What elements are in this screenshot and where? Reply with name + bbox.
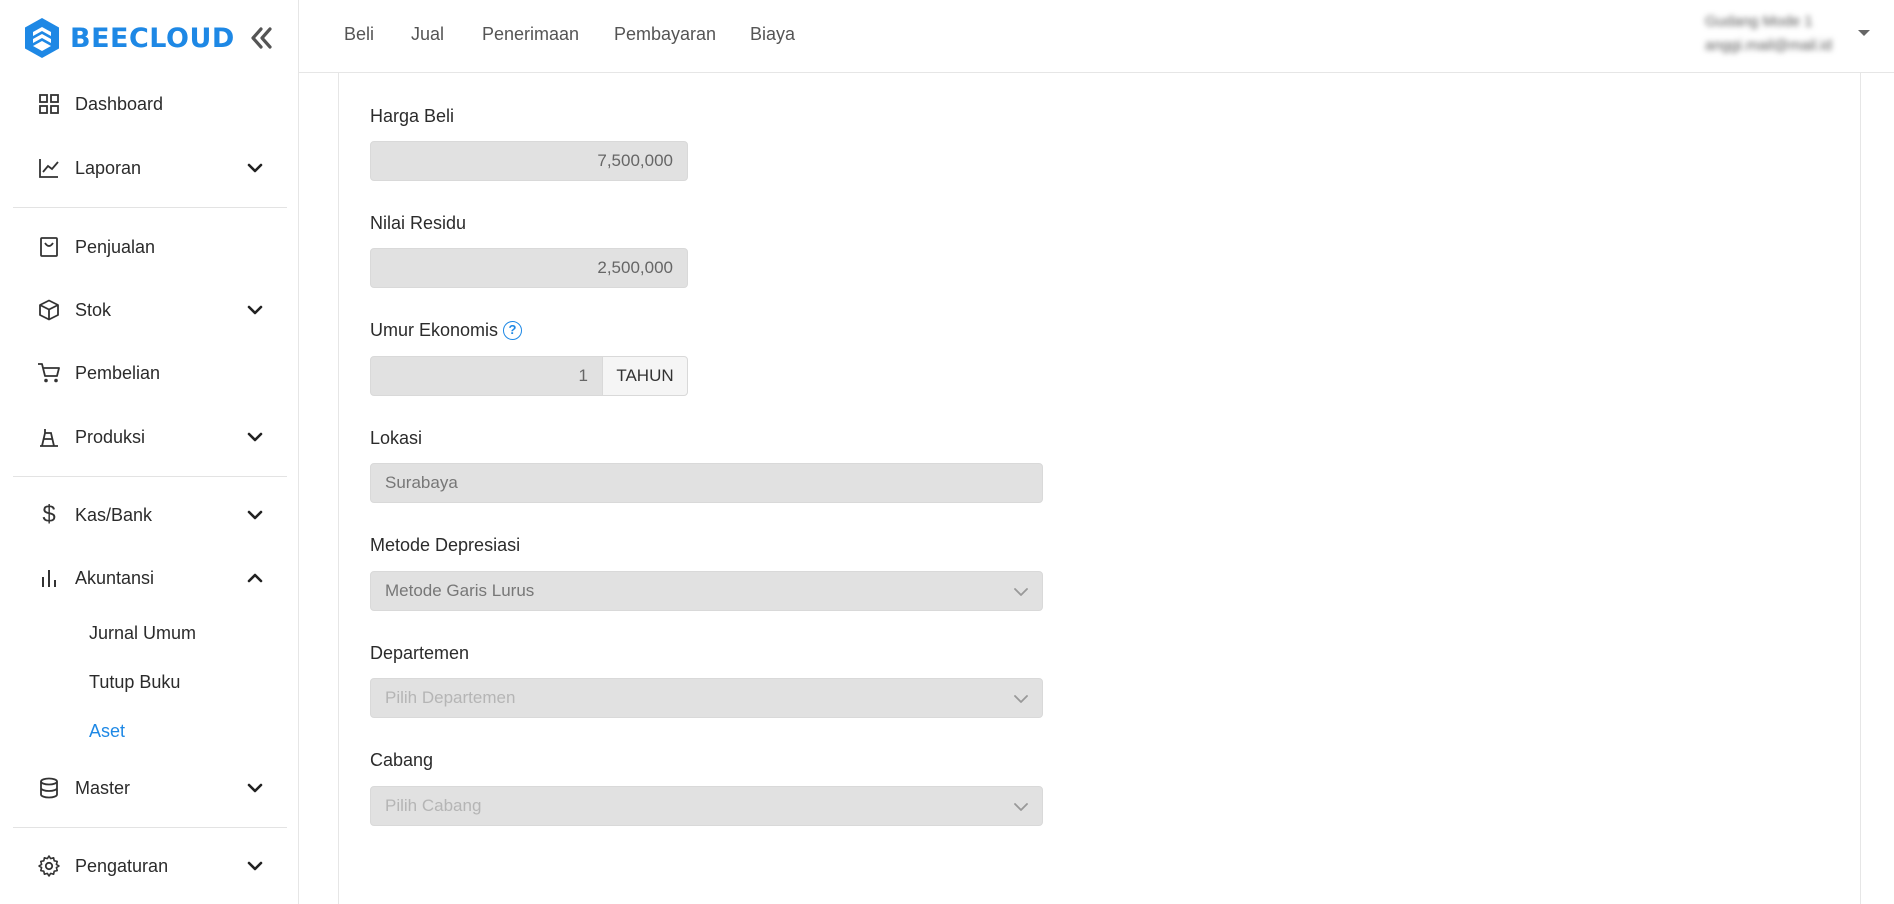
nilai-residu-label: Nilai Residu xyxy=(370,213,467,233)
chevron-down-icon xyxy=(244,855,266,877)
lokasi-value: Surabaya xyxy=(385,473,458,492)
bar-chart-icon xyxy=(36,565,62,591)
top-menu-penerimaan[interactable]: Penerimaan xyxy=(482,24,579,45)
sidebar-item-label: Dashboard xyxy=(75,93,164,114)
sidebar: BEECLOUD Dashboard Laporan Penjualan Sto… xyxy=(0,0,299,904)
sidebar-item-kas-bank[interactable]: $ Kas/Bank xyxy=(0,490,298,540)
departemen-label: Departemen xyxy=(370,643,470,663)
top-menu-jual[interactable]: Jual xyxy=(411,24,444,45)
sidebar-item-label: Pengaturan xyxy=(75,855,169,876)
harga-beli-value: 7,500,000 xyxy=(597,151,673,170)
umur-ekonomis-value: 1 xyxy=(578,366,588,385)
sidebar-item-label: Penjualan xyxy=(75,236,156,257)
line-chart-icon xyxy=(36,155,62,181)
sidebar-item-produksi[interactable]: Produksi xyxy=(0,412,298,462)
chevron-down-icon xyxy=(1014,695,1028,703)
cabang-select[interactable]: Pilih Cabang xyxy=(370,786,1043,826)
metode-depresiasi-select[interactable]: Metode Garis Lurus xyxy=(370,571,1043,611)
sidebar-item-akuntansi[interactable]: Akuntansi xyxy=(0,553,298,603)
sidebar-item-stok[interactable]: Stok xyxy=(0,285,298,335)
sidebar-item-pembelian[interactable]: Pembelian xyxy=(0,348,298,398)
shopping-bag-icon xyxy=(36,234,62,260)
gear-icon xyxy=(36,853,62,879)
sidebar-divider xyxy=(13,207,287,208)
umur-ekonomis-input[interactable]: 1 xyxy=(370,356,603,396)
cabang-placeholder: Pilih Cabang xyxy=(385,796,482,815)
brand-logo[interactable]: BEECLOUD xyxy=(23,16,235,60)
top-menu-biaya[interactable]: Biaya xyxy=(750,24,795,45)
sidebar-item-pengaturan[interactable]: Pengaturan xyxy=(0,841,298,891)
lokasi-input[interactable]: Surabaya xyxy=(370,463,1043,503)
lokasi-label: Lokasi xyxy=(370,428,423,448)
sidebar-item-label: Akuntansi xyxy=(75,567,155,588)
sidebar-item-label: Stok xyxy=(75,299,112,320)
cabang-label: Cabang xyxy=(370,750,434,770)
sidebar-item-master[interactable]: Master xyxy=(0,763,298,813)
chevron-down-icon xyxy=(244,504,266,526)
umur-ekonomis-label: Umur Ekonomis ? xyxy=(370,320,523,341)
sidebar-subitem-tutup-buku[interactable]: Tutup Buku xyxy=(89,672,180,693)
top-menu-beli[interactable]: Beli xyxy=(344,24,374,45)
sidebar-item-label: Master xyxy=(75,777,131,798)
chevron-down-icon xyxy=(244,426,266,448)
harga-beli-label: Harga Beli xyxy=(370,106,455,126)
chevron-down-icon xyxy=(1014,803,1028,811)
beecloud-logo-icon xyxy=(25,18,59,58)
sidebar-divider xyxy=(13,476,287,477)
chevron-up-icon xyxy=(244,567,266,589)
chevron-down-icon xyxy=(1014,588,1028,596)
sidebar-item-label: Pembelian xyxy=(75,362,161,383)
sidebar-item-laporan[interactable]: Laporan xyxy=(0,143,298,193)
harga-beli-input[interactable]: 7,500,000 xyxy=(370,141,688,181)
sidebar-item-label: Produksi xyxy=(75,426,146,447)
metode-depresiasi-value: Metode Garis Lurus xyxy=(385,581,535,600)
departemen-placeholder: Pilih Departemen xyxy=(385,688,516,707)
sidebar-subitem-jurnal-umum[interactable]: Jurnal Umum xyxy=(89,623,196,644)
sidebar-item-dashboard[interactable]: Dashboard xyxy=(0,79,298,129)
cart-icon xyxy=(36,360,62,386)
nilai-residu-value: 2,500,000 xyxy=(597,258,673,277)
top-menu-pembayaran[interactable]: Pembayaran xyxy=(614,24,716,45)
user-email: anggi.mail@mail.id xyxy=(1705,37,1832,54)
sidebar-subitem-aset[interactable]: Aset xyxy=(89,721,125,742)
metode-depresiasi-label: Metode Depresiasi xyxy=(370,535,521,555)
umur-ekonomis-label-text: Umur Ekonomis xyxy=(370,320,499,340)
nilai-residu-input[interactable]: 2,500,000 xyxy=(370,248,688,288)
sidebar-item-label: Laporan xyxy=(75,157,142,178)
question-circle-icon[interactable]: ? xyxy=(503,321,523,340)
caret-down-icon[interactable] xyxy=(1858,30,1870,36)
sidebar-item-label: Kas/Bank xyxy=(75,504,153,525)
sidebar-divider xyxy=(13,827,287,828)
brand-name: BEECLOUD xyxy=(70,22,235,54)
departemen-select[interactable]: Pilih Departemen xyxy=(370,678,1043,718)
database-icon xyxy=(36,775,62,801)
user-name: Gudang Mode 1 xyxy=(1705,13,1813,30)
chevron-down-icon xyxy=(244,157,266,179)
top-bar: Beli Jual Penerimaan Pembayaran Biaya Gu… xyxy=(299,0,1894,73)
collapse-sidebar-icon[interactable] xyxy=(246,24,276,52)
sidebar-item-penjualan[interactable]: Penjualan xyxy=(0,222,298,272)
dollar-icon: $ xyxy=(42,501,56,528)
factory-icon xyxy=(36,424,62,450)
box-icon xyxy=(36,297,62,323)
chevron-down-icon xyxy=(244,299,266,321)
chevron-down-icon xyxy=(244,777,266,799)
umur-ekonomis-unit: TAHUN xyxy=(602,356,688,396)
user-menu[interactable]: Gudang Mode 1 anggi.mail@mail.id xyxy=(1705,10,1855,62)
grid-icon xyxy=(36,91,62,117)
